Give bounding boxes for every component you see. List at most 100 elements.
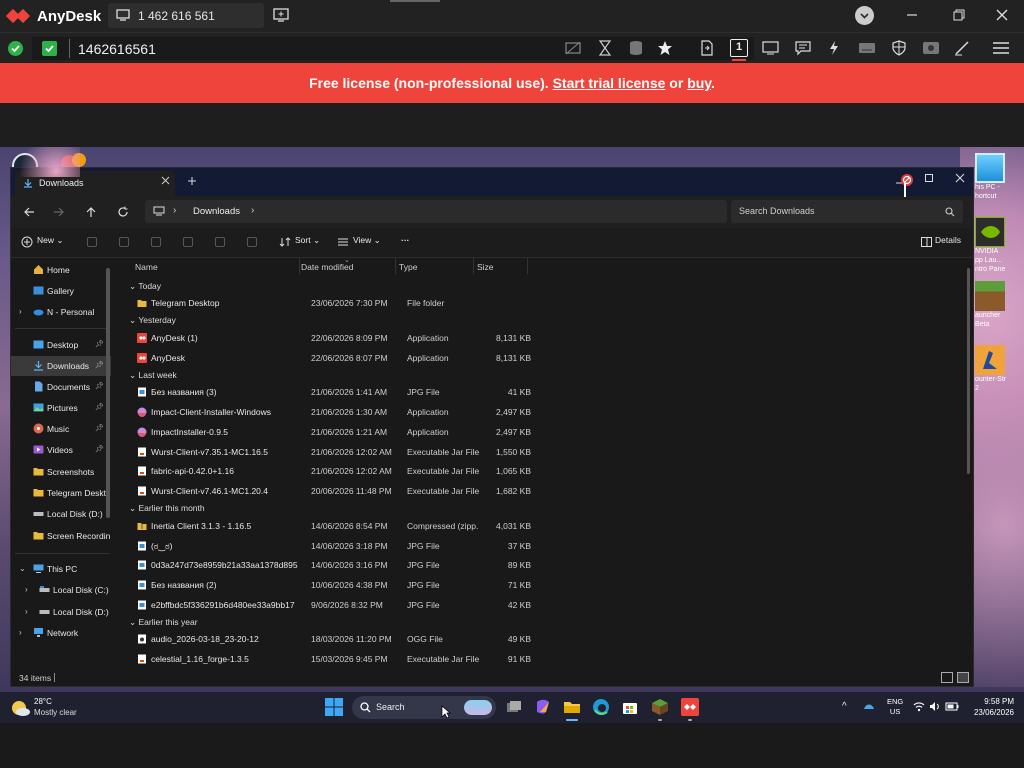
chevron-right-icon[interactable]: › [19, 302, 22, 322]
column-divider[interactable] [527, 258, 528, 274]
sidebar-item-pictures[interactable]: Pictures 📌︎ [11, 398, 111, 418]
sidebar-item-desktop[interactable]: Desktop 📌︎ [11, 335, 111, 355]
tab-downloads[interactable]: Downloads [15, 171, 175, 196]
minecraft-block-icon[interactable] [651, 698, 669, 716]
back-arrow-icon[interactable] [23, 206, 35, 218]
group-header-earlier-year[interactable]: ⌄ Earlier this year [129, 617, 198, 628]
remote-desktop[interactable]: his PC - hortcut NVIDIA pp Lau... ntro P… [0, 147, 1024, 723]
new-button[interactable]: New ⌄ [37, 235, 64, 246]
sidebar-item-documents[interactable]: Documents 📌︎ [11, 377, 111, 397]
file-row[interactable]: ImpactInstaller-0.9.5 21/06/2026 1:21 AM… [129, 422, 539, 442]
store-icon[interactable] [621, 698, 639, 716]
sidebar-item-screenshots[interactable]: Screenshots [11, 462, 111, 482]
sidebar-item-local-disk-d[interactable]: Local Disk (D:) [11, 504, 111, 524]
sidebar-item-gallery[interactable]: Gallery [11, 281, 111, 301]
hourglass-icon[interactable] [598, 40, 612, 56]
download-update-icon[interactable] [855, 6, 874, 25]
file-row[interactable]: (ಠ‿ಠ) 14/06/2026 3:18 PM JPG File 37 KB [129, 536, 539, 556]
file-row[interactable]: Без названия (2) 10/06/2026 4:38 PM JPG … [129, 575, 539, 595]
file-explorer-taskbar-icon[interactable] [563, 698, 581, 716]
edge-icon[interactable] [592, 698, 610, 716]
column-header-name[interactable]: Name [135, 262, 158, 272]
rename-icon[interactable] [183, 237, 193, 247]
sidebar-item-music[interactable]: Music 📌︎ [11, 419, 111, 439]
breadcrumb-chevron-icon[interactable]: › [251, 205, 254, 216]
privacy-mode-icon[interactable] [565, 40, 581, 56]
desktop-icon-counter-strike[interactable]: ounter-Str 2 [975, 345, 1023, 393]
windows-start-icon[interactable] [325, 698, 343, 716]
start-trial-link[interactable]: Start trial license [553, 75, 666, 91]
desktop-icon-launcher[interactable]: auncher Beta [975, 281, 1023, 329]
display-icon[interactable] [762, 41, 779, 55]
sidebar-item-network[interactable]: › Network [11, 623, 111, 643]
task-view-icon[interactable] [505, 698, 523, 716]
permissions-shield-icon[interactable] [891, 40, 907, 56]
keyboard-icon[interactable] [858, 42, 876, 54]
menu-hamburger-icon[interactable] [992, 41, 1010, 55]
wifi-icon[interactable] [913, 701, 925, 712]
file-row[interactable]: Inertia Client 3.1.3 - 1.16.5 14/06/2026… [129, 516, 539, 536]
minimize-icon[interactable] [905, 8, 919, 22]
address-breadcrumb[interactable]: › Downloads › [145, 200, 727, 223]
session-tab[interactable]: 1 462 616 561 [108, 3, 264, 28]
view-button[interactable]: View ⌄ [353, 235, 381, 246]
column-header-size[interactable]: Size [477, 262, 494, 272]
share-icon[interactable] [215, 237, 225, 247]
group-header-earlier-month[interactable]: ⌄ Earlier this month [129, 503, 205, 514]
weather-desc[interactable]: Mostly clear [34, 708, 77, 717]
file-row[interactable]: Telegram Desktop 23/06/2026 7:30 PM File… [129, 293, 539, 313]
new-tab-icon[interactable] [187, 176, 197, 186]
search-box[interactable]: Search Downloads [731, 200, 963, 223]
file-row[interactable]: audio_2026-03-18_23-20-12 18/03/2026 11:… [129, 629, 539, 649]
copy-icon[interactable] [119, 237, 129, 247]
restore-icon[interactable] [952, 8, 966, 22]
cut-icon[interactable] [87, 237, 97, 247]
steam-desktop-icon[interactable] [12, 153, 38, 179]
whiteboard-pen-icon[interactable] [954, 40, 970, 56]
chat-icon[interactable] [795, 40, 811, 56]
tray-chevron-up-icon[interactable]: ^ [842, 701, 847, 712]
sort-button[interactable]: Sort ⌄ [295, 235, 320, 246]
column-header-type[interactable]: Type [399, 262, 417, 272]
tab-close-icon[interactable] [161, 176, 170, 185]
sidebar-item-screen-recordings[interactable]: Screen Recordin [11, 526, 111, 546]
file-row[interactable]: AnyDesk (1) 22/06/2026 8:09 PM Applicati… [129, 328, 539, 348]
file-row[interactable]: Impact-Client-Installer-Windows 21/06/20… [129, 402, 539, 422]
breadcrumb-downloads[interactable]: Downloads [193, 206, 240, 217]
sidebar-item-downloads[interactable]: Downloads 📌︎ [11, 356, 111, 376]
file-transfer-icon[interactable] [700, 40, 714, 56]
anydesk-taskbar-icon[interactable] [681, 698, 699, 716]
sidebar-item-this-pc[interactable]: ⌄ This PC [11, 559, 111, 579]
group-header-last-week[interactable]: ⌄ Last week [129, 370, 177, 381]
paste-icon[interactable] [151, 237, 161, 247]
delete-icon[interactable] [247, 237, 257, 247]
database-icon[interactable] [628, 40, 644, 56]
sidebar-item-onedrive[interactable]: › N - Personal [11, 302, 111, 322]
file-row[interactable]: fabric-api-0.42.0+1.16 21/06/2026 12:02 … [129, 461, 539, 481]
file-row[interactable]: AnyDesk 22/06/2026 8:07 PM Application 8… [129, 348, 539, 368]
buy-link[interactable]: buy [687, 75, 711, 91]
desktop-icon-nvidia[interactable]: NVIDIA pp Lau... ntro Pane [975, 217, 1023, 274]
record-icon[interactable] [922, 40, 940, 56]
tiles-view-icon[interactable] [957, 672, 969, 683]
group-header-yesterday[interactable]: ⌄ Yesterday [129, 315, 176, 326]
refresh-icon[interactable] [117, 206, 129, 218]
explorer-maximize-icon[interactable] [924, 173, 934, 183]
file-row[interactable]: Wurst-Client-v7.46.1-MC1.20.4 20/06/2026… [129, 481, 539, 501]
address-bar[interactable]: 1462616561 [32, 37, 754, 60]
sidebar-item-pc-local-d[interactable]: › Local Disk (D:) [11, 602, 111, 622]
close-icon[interactable] [995, 8, 1009, 22]
copilot-icon[interactable] [534, 698, 552, 716]
group-header-today[interactable]: ⌄ Today [129, 281, 161, 292]
chevron-down-icon[interactable]: ⌄ [19, 559, 26, 579]
chevron-right-icon[interactable]: › [25, 580, 28, 600]
column-divider[interactable] [395, 258, 396, 274]
column-divider[interactable] [473, 258, 474, 274]
file-list-scrollbar[interactable] [967, 268, 970, 474]
column-divider[interactable] [299, 258, 300, 274]
actions-lightning-icon[interactable] [828, 40, 840, 56]
sidebar-scrollbar[interactable] [106, 268, 110, 518]
forward-arrow-icon[interactable] [53, 206, 65, 218]
sidebar-item-videos[interactable]: Videos 📌︎ [11, 440, 111, 460]
address-input[interactable]: 1462616561 [78, 41, 156, 57]
